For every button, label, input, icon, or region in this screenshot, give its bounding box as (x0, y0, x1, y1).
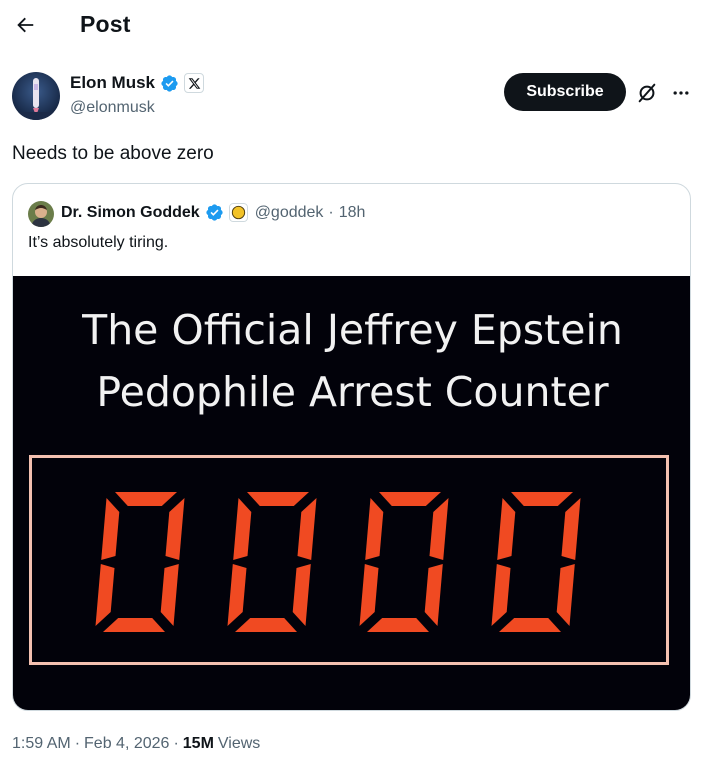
quoted-media-image[interactable]: The Official Jeffrey Epstein Pedophile A… (13, 276, 690, 710)
back-button[interactable] (8, 8, 42, 42)
quoted-time[interactable]: 18h (339, 204, 366, 222)
digit-segment (491, 564, 511, 626)
post-date[interactable]: Feb 4, 2026 (84, 735, 169, 753)
digit-segment (359, 564, 379, 626)
digit-segment (95, 564, 115, 626)
quoted-handle[interactable]: @goddek (255, 204, 324, 222)
digit-segment (247, 492, 309, 506)
digit-segment (429, 498, 449, 560)
quoted-author-name[interactable]: Dr. Simon Goddek (61, 204, 200, 222)
affiliate-badge-icon (228, 203, 248, 222)
counter-digit (359, 492, 449, 632)
counter-digit (491, 492, 581, 632)
digit-segment (365, 498, 384, 560)
verified-check-icon (161, 74, 178, 92)
post-header: Post (0, 0, 706, 52)
digit-segment (235, 618, 297, 632)
digit-segment (511, 492, 573, 506)
arrest-counter-digits (95, 492, 581, 632)
digit-segment (160, 564, 179, 626)
more-dots-icon (673, 91, 689, 95)
digit-segment (233, 498, 252, 560)
quoted-post[interactable]: Dr. Simon Goddek @goddek · 18h It’s abso… (12, 183, 691, 711)
post-text: Needs to be above zero (12, 143, 214, 164)
quoted-text: It’s absolutely tiring. (28, 234, 169, 251)
digit-segment (101, 498, 120, 560)
quoted-name-row: Dr. Simon Goddek @goddek · 18h (61, 203, 365, 222)
post-meta: 1:59 AM · Feb 4, 2026 · 15M Views (12, 735, 260, 753)
digit-segment (367, 618, 429, 632)
x-logo-icon (184, 73, 205, 93)
author-name[interactable]: Elon Musk (70, 73, 155, 93)
post-time[interactable]: 1:59 AM (12, 735, 71, 753)
counter-digit (95, 492, 185, 632)
media-title-line2: Pedophile Arrest Counter (96, 368, 609, 416)
digit-segment (497, 498, 516, 560)
digit-segment (556, 564, 575, 626)
grok-icon (638, 83, 656, 103)
page-title: Post (80, 11, 131, 37)
digit-segment (561, 498, 581, 560)
digit-segment (103, 618, 165, 632)
more-options-button[interactable] (668, 80, 694, 106)
views-count: 15M (182, 735, 214, 752)
meta-separator: · (173, 735, 179, 752)
digit-segment (499, 618, 561, 632)
counter-digit (227, 492, 317, 632)
digit-segment (292, 564, 311, 626)
digit-segment (424, 564, 443, 626)
digit-segment (227, 564, 247, 626)
views-label: Views (217, 735, 261, 752)
subscribe-button[interactable]: Subscribe (504, 73, 626, 111)
meta-separator: · (328, 203, 334, 221)
quoted-avatar[interactable] (28, 201, 54, 227)
arrow-left-icon (17, 17, 34, 33)
avatar[interactable] (12, 72, 60, 120)
digit-segment (379, 492, 441, 506)
digit-segment (165, 498, 185, 560)
author-handle[interactable]: @elonmusk (70, 99, 155, 117)
grok-button[interactable] (634, 80, 660, 106)
digit-segment (115, 492, 177, 506)
verified-check-icon (206, 204, 223, 221)
author-name-row: Elon Musk (70, 73, 205, 93)
meta-separator: · (74, 735, 81, 752)
digit-segment (297, 498, 317, 560)
media-title-line1: The Official Jeffrey Epstein (82, 306, 623, 354)
